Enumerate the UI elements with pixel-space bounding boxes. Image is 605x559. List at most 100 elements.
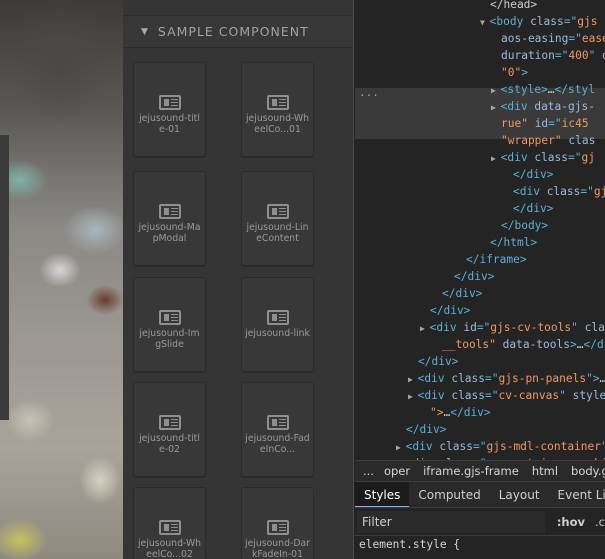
- dom-tree-line[interactable]: </div>: [418, 353, 458, 370]
- expand-triangle-right-icon[interactable]: ▶: [491, 86, 501, 95]
- block-item-label: jejusound-title-01: [139, 113, 200, 135]
- dom-token: =": [485, 389, 499, 402]
- dom-tree-line[interactable]: ▶ <div id="gjs-cv-tools" clas: [420, 319, 605, 336]
- dom-token: ": [559, 389, 573, 402]
- dom-token: gj: [593, 185, 605, 198]
- block-item[interactable]: jejusound-MapModal: [133, 171, 206, 266]
- dom-tree-line[interactable]: ▶ <div class="gjs-mdl-container": [396, 438, 605, 455]
- block-item-label: jejusound-WheelCo...01: [245, 113, 310, 135]
- block-item[interactable]: jejusound-link: [241, 277, 314, 372]
- dom-token: class: [451, 389, 486, 402]
- dom-tree-line[interactable]: "0">: [501, 64, 528, 81]
- block-item[interactable]: jejusound-LineContent: [241, 171, 314, 266]
- dom-token: gjs-cv-tools: [490, 321, 572, 334]
- expand-triangle-right-icon[interactable]: ▶: [420, 324, 430, 333]
- breadcrumb-item-iframe[interactable]: iframe.gjs-frame: [423, 464, 519, 478]
- block-item[interactable]: jejusound-WheelCo...01: [241, 62, 314, 157]
- dom-token: gjs-pn-panels: [498, 372, 587, 385]
- expand-triangle-down-icon[interactable]: ▼: [480, 18, 490, 27]
- dom-token: </iframe>: [466, 253, 527, 266]
- dom-token: </div>: [450, 406, 491, 419]
- dom-tree-line[interactable]: </html>: [490, 234, 537, 251]
- dom-tree-line[interactable]: ">…</div>: [430, 404, 491, 421]
- block-item[interactable]: jejusound-FadeInCo...: [241, 382, 314, 477]
- block-item[interactable]: jejusound-title-02: [133, 382, 206, 477]
- dom-tree-line[interactable]: </div>: [454, 268, 494, 285]
- styles-filter-bar: :hov .c: [355, 508, 605, 536]
- node-actions-ellipsis-icon[interactable]: ···: [359, 89, 379, 102]
- expand-triangle-right-icon[interactable]: ▶: [491, 103, 501, 112]
- dom-tree-line[interactable]: </div>: [406, 421, 446, 438]
- dom-token: ease: [581, 32, 605, 45]
- dom-tree-line[interactable]: duration="400" d: [501, 47, 605, 64]
- dom-tree-line[interactable]: <div class="gj: [513, 183, 605, 200]
- expand-triangle-right-icon[interactable]: ▶: [408, 392, 418, 401]
- dom-token: </div>: [513, 168, 554, 181]
- dom-tree-line[interactable]: </div>: [513, 166, 553, 183]
- dom-tree-line[interactable]: ▶ <style>…</styl: [491, 81, 595, 98]
- block-item-label: jejusound-FadeInCo...: [245, 433, 310, 455]
- expand-triangle-right-icon[interactable]: ▶: [491, 154, 501, 163]
- breadcrumb-item-oper[interactable]: oper: [384, 464, 410, 478]
- breadcrumb-item-body[interactable]: body.gjs-d: [571, 464, 605, 478]
- dom-token: clas: [568, 134, 596, 147]
- dom-token: "0": [501, 66, 522, 79]
- dom-tree-line[interactable]: </div>: [430, 302, 470, 319]
- dom-token: __tools": [442, 338, 503, 351]
- dom-tree-line[interactable]: </div>: [442, 285, 482, 302]
- breadcrumb-item-html[interactable]: html: [532, 464, 558, 478]
- dom-token: </div>: [454, 270, 495, 283]
- dom-token: id: [463, 321, 477, 334]
- block-item[interactable]: jejusound-DarkFadeIn-01: [241, 487, 314, 559]
- dom-tree-line[interactable]: </div>: [513, 200, 553, 217]
- expand-triangle-right-icon[interactable]: ▶: [408, 375, 418, 384]
- dom-token: =": [554, 49, 569, 62]
- element-style-rule[interactable]: element.style {: [359, 538, 460, 551]
- dom-token: ": [601, 440, 605, 453]
- breadcrumb-more[interactable]: ...: [363, 464, 374, 478]
- block-category-header[interactable]: ▼ SAMPLE COMPONENT: [123, 15, 353, 48]
- dom-tree-line[interactable]: ▶ <div data-gjs-: [491, 98, 595, 115]
- tab-event-listeners[interactable]: Event Listeners: [549, 482, 605, 507]
- editor-canvas[interactable]: [0, 0, 123, 559]
- expand-triangle-right-icon[interactable]: ▶: [396, 443, 406, 452]
- dom-token: gjs: [577, 15, 598, 28]
- dom-token: class: [439, 440, 474, 453]
- blocks-panel: ▼ SAMPLE COMPONENT jejusound-title-01 jej…: [123, 0, 354, 559]
- dom-tree-line[interactable]: ▶ <div class="gjs-pn-panels">…: [408, 370, 605, 387]
- block-item-label: jejusound-DarkFadeIn-01: [244, 538, 311, 559]
- dom-tree-line[interactable]: </iframe>: [466, 251, 527, 268]
- hover-state-toggle[interactable]: :hov: [557, 515, 585, 529]
- dom-token: =": [580, 185, 594, 198]
- dom-token: <div: [429, 321, 464, 334]
- dom-token: </div>: [583, 338, 605, 351]
- tab-layout[interactable]: Layout: [490, 482, 549, 507]
- tab-styles[interactable]: Styles: [355, 482, 410, 507]
- block-item[interactable]: jejusound-WheelCo...02: [133, 487, 206, 559]
- dom-tree-line[interactable]: ▶ <div class="gj: [491, 149, 595, 166]
- canvas-frame-edge: [0, 135, 9, 420]
- dom-token: <div: [500, 100, 535, 113]
- block-item-label: jejusound-WheelCo...02: [137, 538, 202, 559]
- dom-tree-line[interactable]: </head>: [490, 0, 537, 13]
- dom-tree-line[interactable]: rue" id="ic45: [501, 115, 589, 132]
- dom-token: "wrapper": [501, 134, 569, 147]
- dom-tree-line[interactable]: </body>: [501, 217, 548, 234]
- dom-tree-line[interactable]: aos-easing="ease: [501, 30, 605, 47]
- dom-token: =": [548, 117, 562, 130]
- dom-tree-line[interactable]: ▶ <div class="cv-canvas" style=: [408, 387, 605, 404]
- dom-tree-line[interactable]: ▼ <body class="gjs: [480, 13, 597, 30]
- dom-tree-line[interactable]: __tools" data-tools>…</div>: [442, 336, 605, 353]
- styles-pane: element.style {: [355, 536, 605, 559]
- dom-tree-line[interactable]: "wrapper" clas: [501, 132, 595, 149]
- dom-token: <div: [405, 440, 440, 453]
- class-toggle[interactable]: .c: [595, 515, 605, 529]
- breadcrumb: ... oper iframe.gjs-frame html body.gjs-…: [355, 460, 605, 482]
- block-item-label: jejusound-LineContent: [246, 222, 309, 244]
- dom-token: </styl: [554, 83, 595, 96]
- tab-computed[interactable]: Computed: [409, 482, 489, 507]
- dom-token: class: [546, 185, 581, 198]
- block-item[interactable]: jejusound-ImgSlide: [133, 277, 206, 372]
- styles-filter-input[interactable]: [357, 510, 545, 533]
- block-item[interactable]: jejusound-title-01: [133, 62, 206, 157]
